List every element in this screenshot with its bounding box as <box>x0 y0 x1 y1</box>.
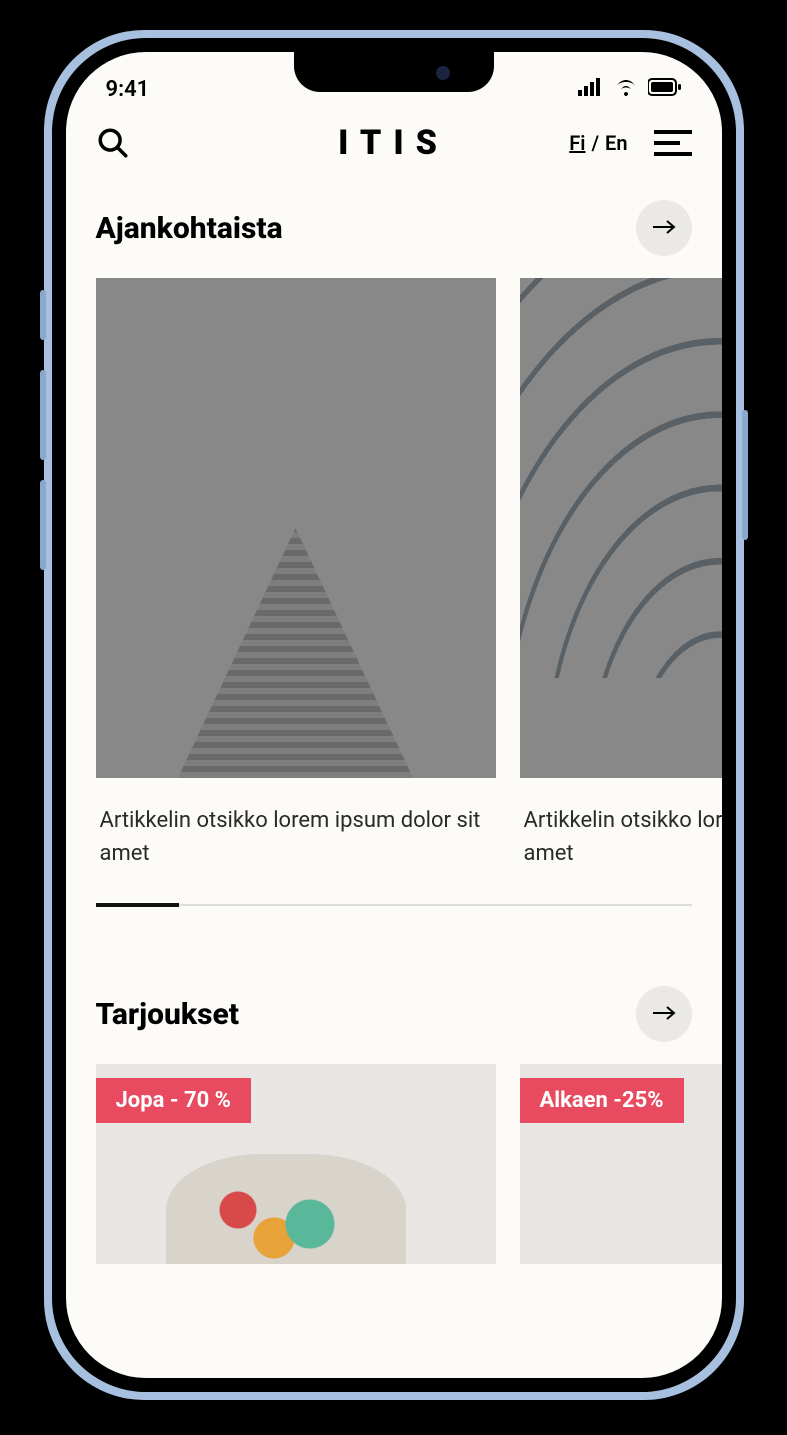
side-button <box>40 370 46 460</box>
device-notch <box>294 52 494 92</box>
news-title: Artikkelin otsikko lorem ipsum dolor sit… <box>96 778 496 870</box>
app-screen: 9:41 ITIS <box>66 52 722 1378</box>
offer-card[interactable]: Alkaen -25% <box>520 1064 722 1264</box>
battery-icon <box>648 77 682 102</box>
news-card[interactable]: Artikkelin otsikko lorem ipsum dolor sit… <box>520 278 722 870</box>
app-logo[interactable]: ITIS <box>338 123 449 163</box>
lang-separator: / <box>591 131 599 155</box>
nav-bar: ITIS Fi / En <box>66 112 722 170</box>
side-button <box>40 290 46 340</box>
language-switch: Fi / En <box>569 131 627 155</box>
news-next-button[interactable] <box>636 200 692 256</box>
lang-en-button[interactable]: En <box>605 131 627 155</box>
status-time: 9:41 <box>106 77 150 102</box>
offers-heading: Tarjoukset <box>96 997 239 1032</box>
carousel-progress <box>96 904 692 906</box>
offer-badge: Alkaen -25% <box>520 1078 684 1123</box>
news-carousel[interactable]: Artikkelin otsikko lorem ipsum dolor sit… <box>66 278 722 870</box>
news-card[interactable]: Artikkelin otsikko lorem ipsum dolor sit… <box>96 278 496 870</box>
offer-card[interactable]: Jopa - 70 % <box>96 1064 496 1264</box>
cellular-icon <box>578 77 604 102</box>
offers-next-button[interactable] <box>636 986 692 1042</box>
arrow-right-icon <box>652 1005 676 1024</box>
news-title: Artikkelin otsikko lorem ipsum dolor sit… <box>520 778 722 870</box>
news-heading: Ajankohtaista <box>96 211 283 246</box>
phone-frame: 9:41 ITIS <box>44 30 744 1400</box>
arrow-right-icon <box>652 219 676 238</box>
search-icon[interactable] <box>96 126 130 160</box>
menu-icon[interactable] <box>654 130 692 156</box>
section-header-news: Ajankohtaista <box>66 170 722 278</box>
wifi-icon <box>614 77 638 102</box>
news-image <box>520 278 722 778</box>
section-header-offers: Tarjoukset <box>66 906 722 1064</box>
offers-carousel[interactable]: Jopa - 70 % Alkaen -25% <box>66 1064 722 1264</box>
lang-fi-button[interactable]: Fi <box>569 131 585 155</box>
news-image <box>96 278 496 778</box>
offer-badge: Jopa - 70 % <box>96 1078 251 1123</box>
side-button <box>742 410 748 540</box>
side-button <box>40 480 46 570</box>
